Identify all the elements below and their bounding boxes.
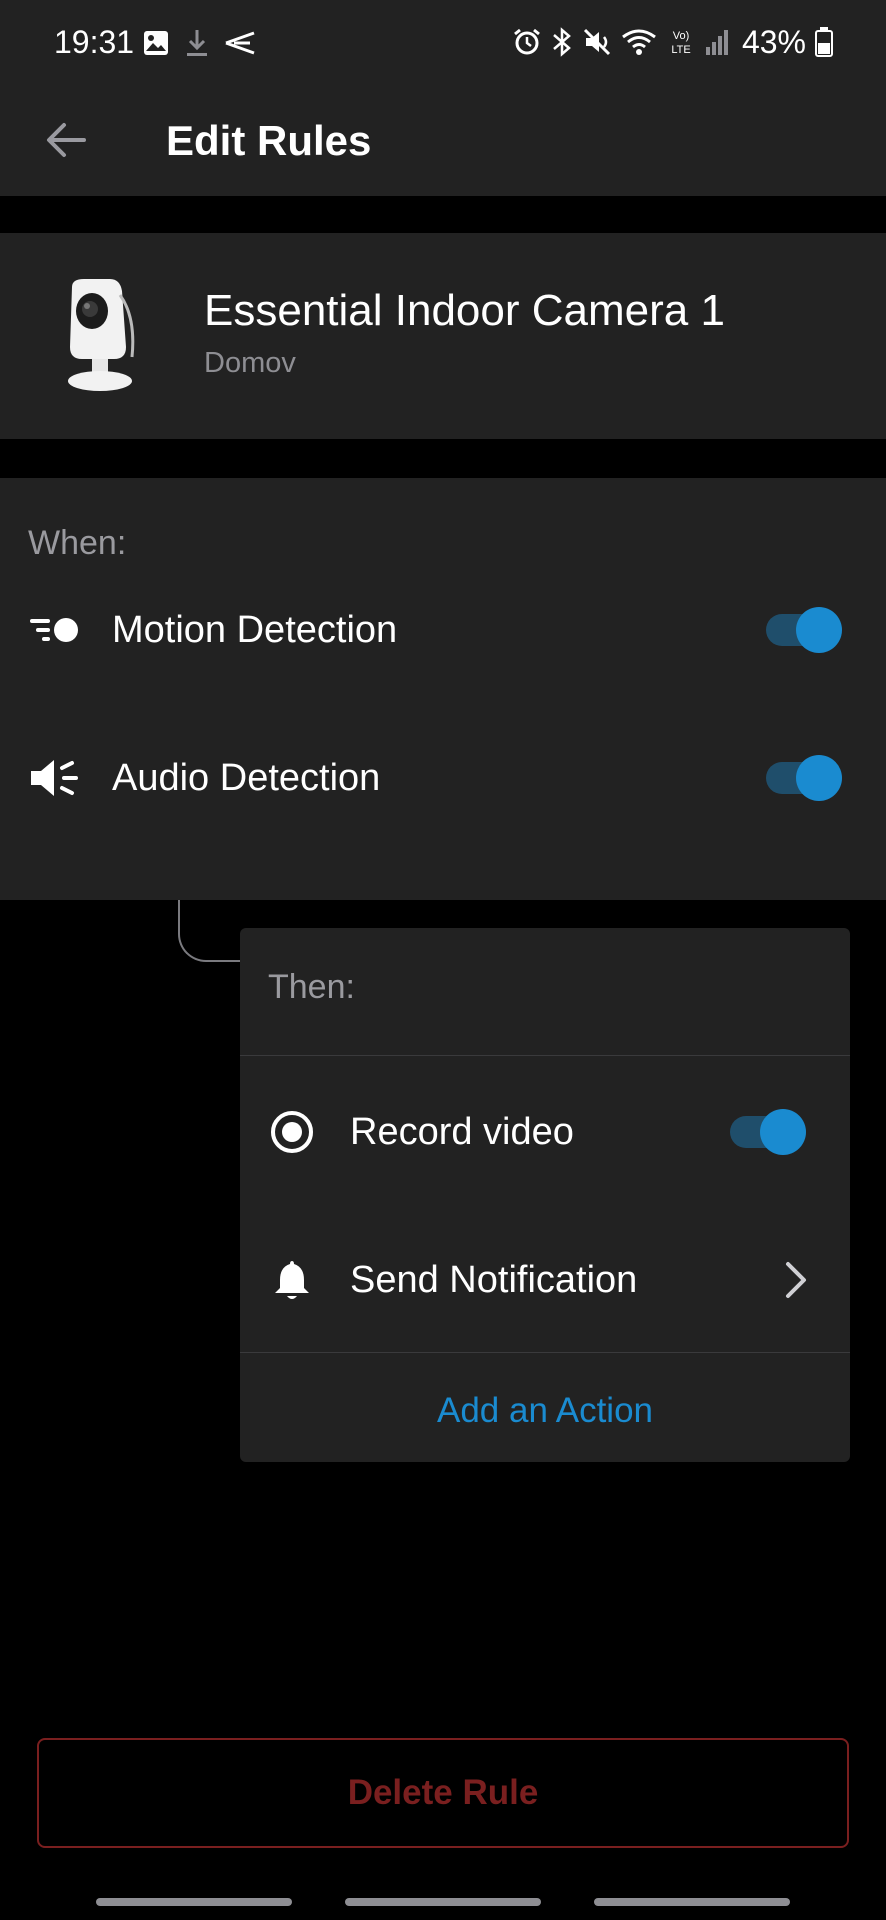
action-row-notification[interactable]: Send Notification (240, 1230, 850, 1330)
nav-home-handle[interactable] (345, 1898, 541, 1906)
action-row-record[interactable]: Record video (240, 1082, 850, 1182)
audio-detection-toggle[interactable] (766, 755, 842, 801)
alarm-icon (514, 28, 540, 55)
toggle-knob (760, 1109, 806, 1155)
page-title: Edit Rules (166, 117, 372, 164)
system-navigation-bar (0, 1898, 886, 1908)
camera-image (68, 279, 135, 391)
battery-icon (815, 27, 833, 57)
status-right-icons: Vo) LTE 43% (512, 22, 834, 62)
volte-icon: Vo) LTE (671, 30, 690, 56)
status-time: 19:31 (54, 24, 135, 60)
mute-icon (583, 28, 611, 56)
bell-icon (275, 1261, 309, 1299)
gallery-icon (144, 31, 168, 55)
nav-recents-handle[interactable] (96, 1898, 292, 1906)
motion-icon (30, 618, 78, 642)
svg-text:LTE: LTE (671, 44, 690, 56)
bluetooth-icon (553, 27, 571, 57)
delete-rule-label: Delete Rule (347, 1773, 539, 1812)
wifi-icon (622, 29, 656, 55)
action-label: Send Notification (350, 1259, 638, 1301)
divider (240, 1055, 850, 1056)
nav-back-handle[interactable] (594, 1898, 790, 1906)
device-location: Domov (204, 347, 296, 379)
signal-icon (705, 30, 728, 55)
rule-connector-line (178, 900, 242, 962)
delete-rule-button[interactable]: Delete Rule (37, 1738, 849, 1848)
battery-percentage: 43% (741, 23, 806, 60)
toggle-knob (796, 607, 842, 653)
audio-icon (31, 760, 78, 796)
motion-detection-toggle[interactable] (766, 607, 842, 653)
back-arrow-icon (47, 123, 86, 157)
trigger-row-motion[interactable]: Motion Detection (0, 580, 886, 680)
svg-text:Vo): Vo) (673, 30, 690, 42)
then-label: Then: (268, 968, 355, 1006)
when-card: When: Motion Detection Audio Detection (0, 478, 886, 900)
app-icon (225, 31, 255, 55)
device-card[interactable]: Essential Indoor Camera 1 Domov (0, 233, 886, 439)
add-action-button[interactable]: Add an Action (240, 1376, 850, 1446)
device-name: Essential Indoor Camera 1 (204, 286, 725, 335)
back-button[interactable] (38, 112, 94, 168)
then-card: Then: Record video Send Notification Add… (240, 928, 850, 1462)
record-video-toggle[interactable] (730, 1109, 806, 1155)
trigger-label: Audio Detection (112, 757, 381, 799)
chevron-right-icon (786, 1262, 806, 1298)
trigger-label: Motion Detection (112, 609, 398, 651)
download-icon (187, 30, 207, 56)
record-icon (271, 1111, 313, 1153)
status-bar: 19:31 Vo) LTE 43% (0, 0, 886, 86)
app-header: Edit Rules (0, 86, 886, 196)
when-label: When: (28, 524, 127, 562)
divider (240, 1352, 850, 1353)
status-left-icons (142, 26, 256, 60)
action-label: Record video (350, 1111, 574, 1153)
trigger-row-audio[interactable]: Audio Detection (0, 728, 886, 828)
toggle-knob (796, 755, 842, 801)
